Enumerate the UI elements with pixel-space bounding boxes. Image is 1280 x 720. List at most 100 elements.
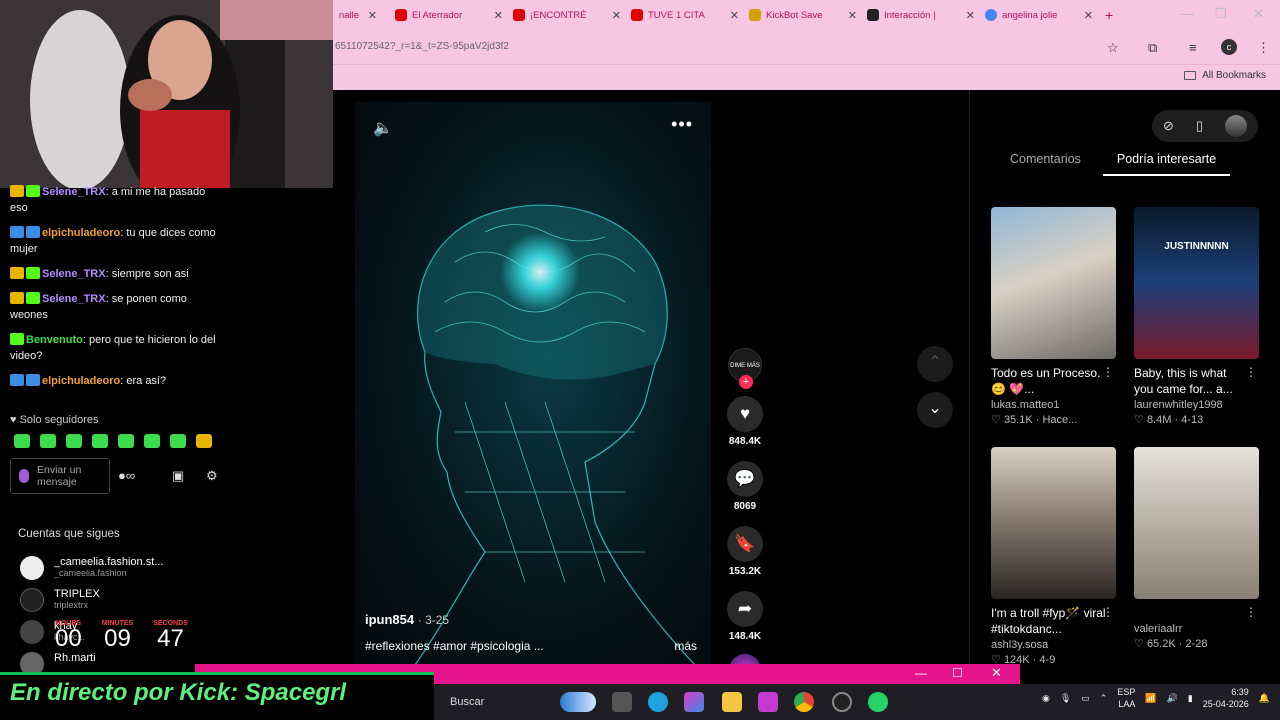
url-field[interactable]: 6511072542?_r=1&_t=ZS-95paV2jd3f2 — [333, 38, 1103, 56]
file-explorer-icon[interactable] — [722, 692, 742, 712]
browser-tab[interactable]: El Aterrador ✕ — [389, 4, 507, 26]
browser-tab[interactable]: ¡ENCONTRÉ ✕ — [507, 4, 625, 26]
comment-button[interactable]: 💬 — [727, 461, 763, 497]
wifi-icon[interactable]: 📶 — [1145, 693, 1156, 704]
video-player[interactable]: 🔈 ••• ipun854 · 3-25 #reflexiones #amor … — [355, 102, 711, 665]
creator-avatar[interactable]: DIME MÁS + — [728, 348, 762, 389]
video-card[interactable]: I'm a troll #fyp🪄 viral #tiktokdanc... a… — [991, 447, 1116, 666]
card-menu-icon[interactable]: ⋮ — [1245, 605, 1257, 619]
share-button[interactable]: ➦ — [727, 591, 763, 627]
whatsapp-icon[interactable] — [868, 692, 888, 712]
chat-input[interactable]: Enviar un mensaje — [10, 458, 110, 494]
star-icon[interactable]: ☆ — [1107, 40, 1119, 56]
emote-icon[interactable] — [170, 434, 186, 448]
video-card[interactable]: JUSTINNNNN Baby, this is what you came f… — [1134, 207, 1259, 426]
edge-icon[interactable] — [648, 692, 668, 712]
emote-icon[interactable] — [196, 434, 212, 448]
autoplay-icon[interactable]: ⊘ — [1163, 118, 1174, 134]
close-tab-icon[interactable]: ✕ — [368, 9, 377, 22]
next-video-button[interactable]: ⌄ — [917, 392, 953, 428]
maximize-icon[interactable]: ❐ — [1215, 6, 1227, 22]
obs-tray-icon[interactable]: ◉ — [1042, 693, 1050, 704]
more-options-icon[interactable]: ••• — [671, 114, 693, 135]
card-menu-icon[interactable]: ⋮ — [1245, 365, 1257, 379]
card-thumbnail — [1134, 447, 1259, 599]
store-icon[interactable]: ▣ — [172, 468, 184, 484]
emote-icon[interactable] — [144, 434, 160, 448]
emote-icon[interactable] — [92, 434, 108, 448]
browser-tab[interactable]: KickBot Save ✕ — [743, 4, 861, 26]
menu-icon[interactable]: ⋮ — [1257, 40, 1270, 56]
more-link[interactable]: más — [674, 639, 697, 653]
minimize-icon[interactable]: — — [1181, 6, 1194, 21]
previous-video-button[interactable]: ⌃ — [917, 346, 953, 382]
browser-tab[interactable]: TUVE 1 CITA ✕ — [625, 4, 743, 26]
obs-icon[interactable] — [832, 692, 852, 712]
chevron-up-icon[interactable]: ⌃ — [1100, 693, 1108, 704]
following-item[interactable]: _cameelia.fashion.st... _cameelia.fashion — [20, 556, 163, 580]
emote-icon[interactable] — [118, 434, 134, 448]
close-tab-icon[interactable]: ✕ — [1084, 9, 1093, 22]
all-bookmarks[interactable]: All Bookmarks — [1184, 70, 1266, 81]
following-item[interactable]: TRIPLEX triplextrx — [20, 588, 100, 612]
notifications-icon[interactable]: 🔔 — [1259, 693, 1270, 704]
emote-icon[interactable] — [40, 434, 56, 448]
volume-icon[interactable]: 🔊 — [1167, 693, 1178, 704]
close-tab-icon[interactable]: ✕ — [612, 9, 621, 22]
chrome-icon[interactable] — [794, 692, 814, 712]
emote-icon[interactable] — [66, 434, 82, 448]
emote-icon[interactable] — [14, 434, 30, 448]
tab-recommended[interactable]: Podría interesarte — [1102, 152, 1231, 176]
share-count: 148.4K — [728, 631, 762, 642]
browser-tab[interactable]: nalle ✕ — [333, 4, 381, 26]
infinity-icon[interactable]: ●∞ — [118, 468, 135, 483]
save-button[interactable]: 🔖 — [727, 526, 763, 562]
browser-tab[interactable]: Interacción | ✕ — [861, 4, 979, 26]
chevron-up-icon: ⌃ — [928, 354, 942, 371]
clock[interactable]: 6:39 25-04-2026 — [1203, 686, 1249, 710]
video-description[interactable]: #reflexiones #amor #psicologia ... — [365, 639, 544, 653]
search-highlight-icon[interactable] — [560, 692, 596, 712]
phone-icon[interactable]: ▯ — [1196, 118, 1203, 134]
card-user: lukas.matteo1 — [991, 399, 1060, 411]
profile-avatar[interactable]: c — [1221, 39, 1237, 55]
media-icon[interactable]: ≡ — [1189, 40, 1197, 55]
share-icon: ➦ — [737, 599, 753, 618]
card-menu-icon[interactable]: ⋮ — [1102, 605, 1114, 619]
close-tab-icon[interactable]: ✕ — [730, 9, 739, 22]
language-indicator[interactable]: ESP LAA — [1117, 686, 1135, 710]
battery-icon[interactable]: ▮ — [1188, 693, 1193, 704]
maximize-icon[interactable]: ☐ — [952, 666, 963, 680]
network-activity-icon[interactable]: ▭ — [1081, 693, 1090, 704]
folder-icon — [1184, 71, 1197, 80]
task-view-icon[interactable] — [612, 692, 632, 712]
youtube-icon — [513, 9, 525, 21]
video-card[interactable]: Todo es un Proceso. 😊 💖... lukas.matteo1… — [991, 207, 1116, 426]
close-tab-icon[interactable]: ✕ — [494, 9, 503, 22]
copilot-icon[interactable] — [684, 692, 704, 712]
video-author[interactable]: ipun854 · 3-25 — [365, 612, 449, 627]
glow-orb — [500, 232, 580, 312]
close-window-icon[interactable]: ✕ — [991, 665, 1002, 681]
close-window-icon[interactable]: ✕ — [1253, 6, 1264, 22]
tab-comments[interactable]: Comentarios — [1010, 152, 1081, 176]
follow-plus-icon[interactable]: + — [739, 375, 753, 389]
browser-tab[interactable]: angelina jolie ✕ — [979, 4, 1097, 26]
like-button[interactable]: ♥ — [727, 396, 763, 432]
extensions-icon[interactable]: ⧉ — [1148, 40, 1157, 56]
video-card[interactable]: valeriaalrr ♡ 65.2K · 2-28 ⋮ — [1134, 447, 1259, 650]
store-icon[interactable] — [758, 692, 778, 712]
mute-icon[interactable]: 🔈 — [373, 118, 393, 138]
chat-message: Benvenuto: pero que te hicieron lo del v… — [10, 333, 216, 362]
card-menu-icon[interactable]: ⋮ — [1102, 365, 1114, 379]
new-tab-button[interactable]: + — [1099, 4, 1121, 26]
vip-badge-icon — [26, 374, 40, 386]
mic-icon[interactable]: 🎙 — [1060, 693, 1071, 704]
youtube-icon — [631, 9, 643, 21]
close-tab-icon[interactable]: ✕ — [848, 9, 857, 22]
side-panel: ⊘ ▯ Comentarios Podría interesarte Todo … — [969, 90, 1280, 666]
close-tab-icon[interactable]: ✕ — [966, 9, 975, 22]
user-avatar[interactable] — [1224, 115, 1247, 137]
settings-icon[interactable]: ⚙ — [206, 468, 218, 484]
minimize-icon[interactable]: — — [915, 666, 927, 680]
